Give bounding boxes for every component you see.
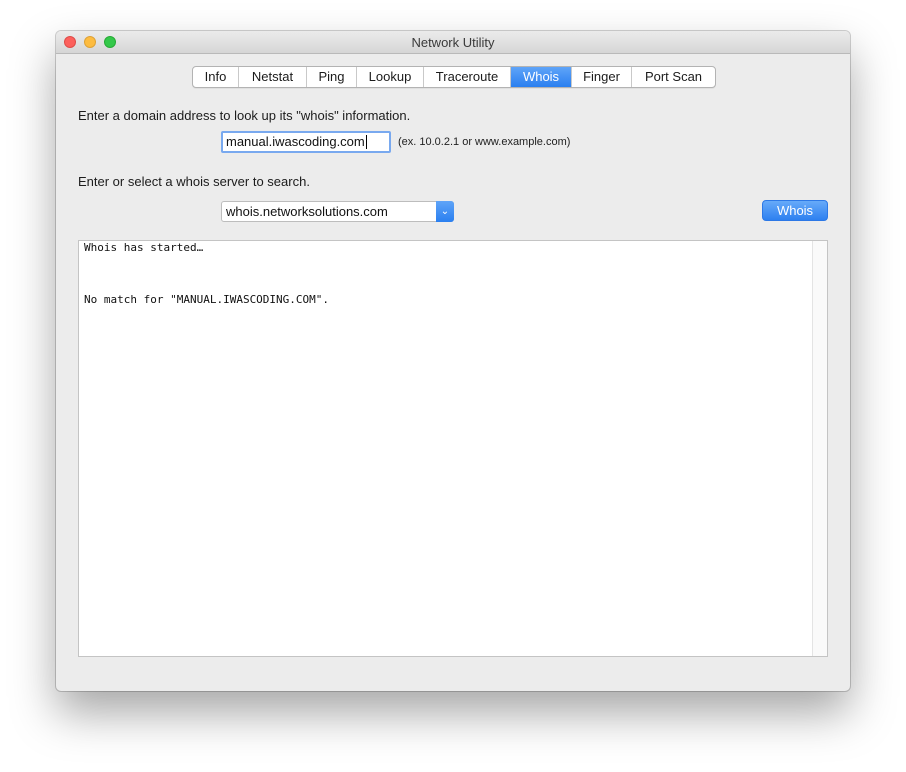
tab-netstat[interactable]: Netstat: [239, 67, 307, 87]
whois-server-value: whois.networksolutions.com: [226, 204, 388, 219]
server-prompt-label: Enter or select a whois server to search…: [78, 174, 310, 189]
window-title: Network Utility: [411, 35, 495, 50]
domain-input[interactable]: manual.iwascoding.com: [221, 131, 391, 153]
output-line-result: No match for "MANUAL.IWASCODING.COM".: [84, 293, 330, 306]
chevron-down-icon[interactable]: ⌄: [436, 201, 454, 222]
tab-bar: Info Netstat Ping Lookup Traceroute Whoi…: [192, 66, 716, 88]
domain-hint: (ex. 10.0.2.1 or www.example.com): [398, 136, 571, 148]
network-utility-window: Network Utility Info Netstat Ping Lookup…: [56, 31, 850, 691]
tab-port-scan[interactable]: Port Scan: [632, 67, 715, 87]
title-bar[interactable]: Network Utility: [56, 31, 850, 54]
text-caret: [365, 135, 367, 149]
tab-whois[interactable]: Whois: [511, 67, 572, 87]
whois-button[interactable]: Whois: [762, 200, 828, 221]
tab-finger[interactable]: Finger: [572, 67, 632, 87]
tab-lookup[interactable]: Lookup: [357, 67, 424, 87]
tab-ping[interactable]: Ping: [307, 67, 357, 87]
whois-output-area[interactable]: Whois has started… No match for "MANUAL.…: [78, 240, 828, 657]
whois-server-combobox[interactable]: whois.networksolutions.com ⌄: [221, 201, 454, 222]
output-scrollbar[interactable]: [812, 241, 827, 656]
tab-info[interactable]: Info: [193, 67, 239, 87]
tab-traceroute[interactable]: Traceroute: [424, 67, 511, 87]
domain-input-value: manual.iwascoding.com: [226, 134, 365, 149]
output-line-started: Whois has started…: [84, 241, 204, 254]
domain-prompt-label: Enter a domain address to look up its "w…: [78, 108, 411, 123]
